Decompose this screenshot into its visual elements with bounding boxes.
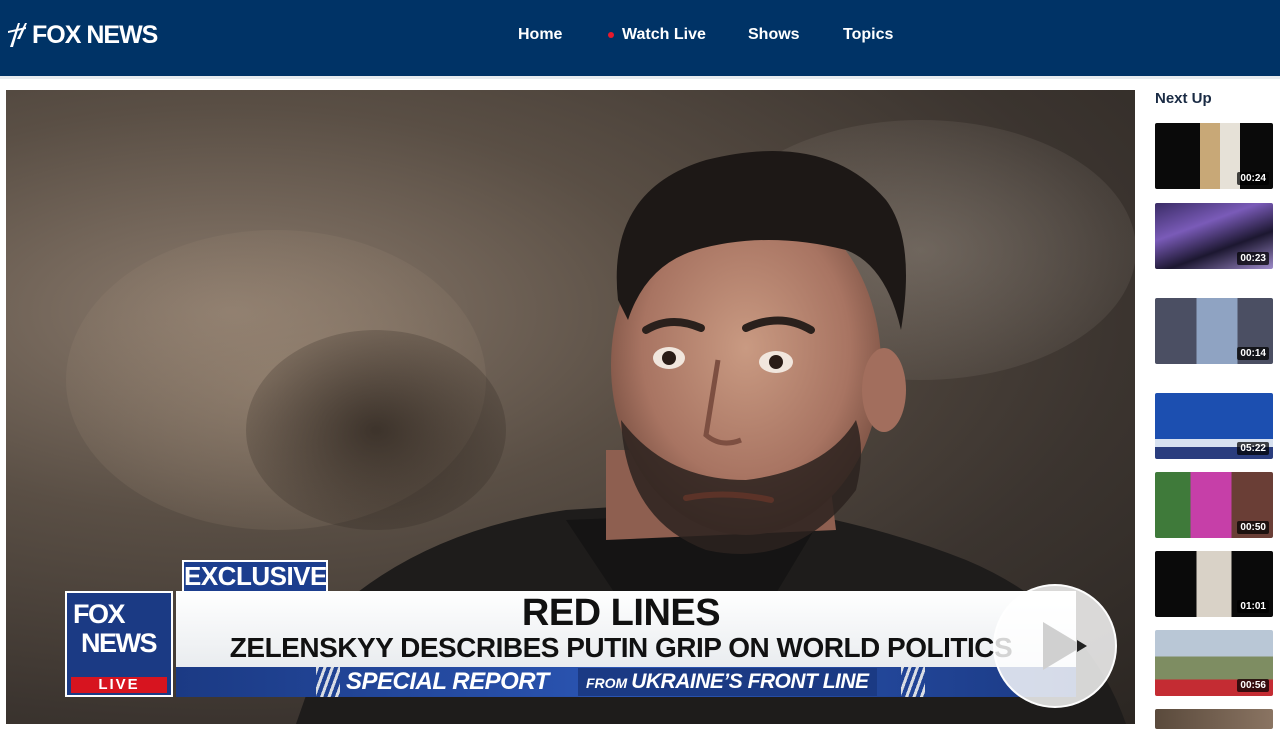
nav-watch-live-label: Watch Live — [622, 26, 706, 43]
logo-line-fox: FOX — [73, 599, 126, 629]
live-dot-icon — [608, 32, 614, 38]
next-up-item[interactable]: 00:23 — [1155, 203, 1273, 269]
strip-from: FROM — [586, 675, 628, 691]
site-header: FOX NEWS Home Watch Live Shows Topics — [0, 0, 1280, 76]
video-duration: 00:56 — [1237, 679, 1269, 692]
banner-subheadline: ZELENSKYY DESCRIBES PUTIN GRIP ON WORLD … — [229, 632, 1013, 663]
next-up-title: Next Up — [1155, 90, 1212, 107]
logo-live-badge: LIVE — [71, 677, 167, 693]
strip-separator — [316, 667, 340, 697]
strip-separator — [901, 667, 925, 697]
next-up-item[interactable]: 01:01 — [1155, 551, 1273, 617]
video-duration: 00:23 — [1237, 252, 1269, 265]
video-duration: 01:01 — [1237, 600, 1269, 613]
next-up-item[interactable]: 05:22 — [1155, 393, 1273, 459]
banner-headline: RED LINES — [521, 592, 721, 634]
next-up-item[interactable]: 00:56 — [1155, 630, 1273, 696]
nav-shows[interactable]: Shows — [748, 24, 800, 46]
lower-third-strip: SPECIAL REPORT FROM UKRAINE’S FRONT LINE — [176, 667, 1076, 697]
play-button[interactable] — [993, 584, 1117, 708]
video-player[interactable]: EXCLUSIVE FOX NEWS LIVE RED LINES ZELENS… — [6, 90, 1135, 724]
video-duration: 00:50 — [1237, 521, 1269, 534]
exclusive-tag: EXCLUSIVE — [182, 560, 328, 593]
video-duration: 05:22 — [1237, 442, 1269, 455]
logo-line-news: NEWS — [81, 628, 158, 658]
next-up-item[interactable]: 00:50 — [1155, 472, 1273, 538]
nav-topics[interactable]: Topics — [843, 24, 893, 46]
main-nav: Home Watch Live Shows Topics — [0, 24, 1280, 48]
next-up-item[interactable]: 00:24 — [1155, 123, 1273, 189]
strip-front-line-text: UKRAINE’S FRONT LINE — [631, 670, 869, 693]
next-up-item[interactable] — [1155, 709, 1273, 729]
next-up-item[interactable]: 00:14 — [1155, 298, 1273, 364]
header-divider — [0, 76, 1280, 79]
strip-front-line: FROM UKRAINE’S FRONT LINE — [578, 668, 877, 696]
video-duration: 00:24 — [1237, 172, 1269, 185]
play-icon — [1043, 622, 1087, 670]
nav-watch-live[interactable]: Watch Live — [608, 24, 706, 46]
nav-home[interactable]: Home — [518, 24, 562, 46]
video-duration: 00:14 — [1237, 347, 1269, 360]
lower-third-banner: RED LINES ZELENSKYY DESCRIBES PUTIN GRIP… — [176, 591, 1076, 667]
strip-special-report: SPECIAL REPORT — [346, 668, 549, 695]
fox-news-live-logo: FOX NEWS LIVE — [65, 591, 173, 697]
